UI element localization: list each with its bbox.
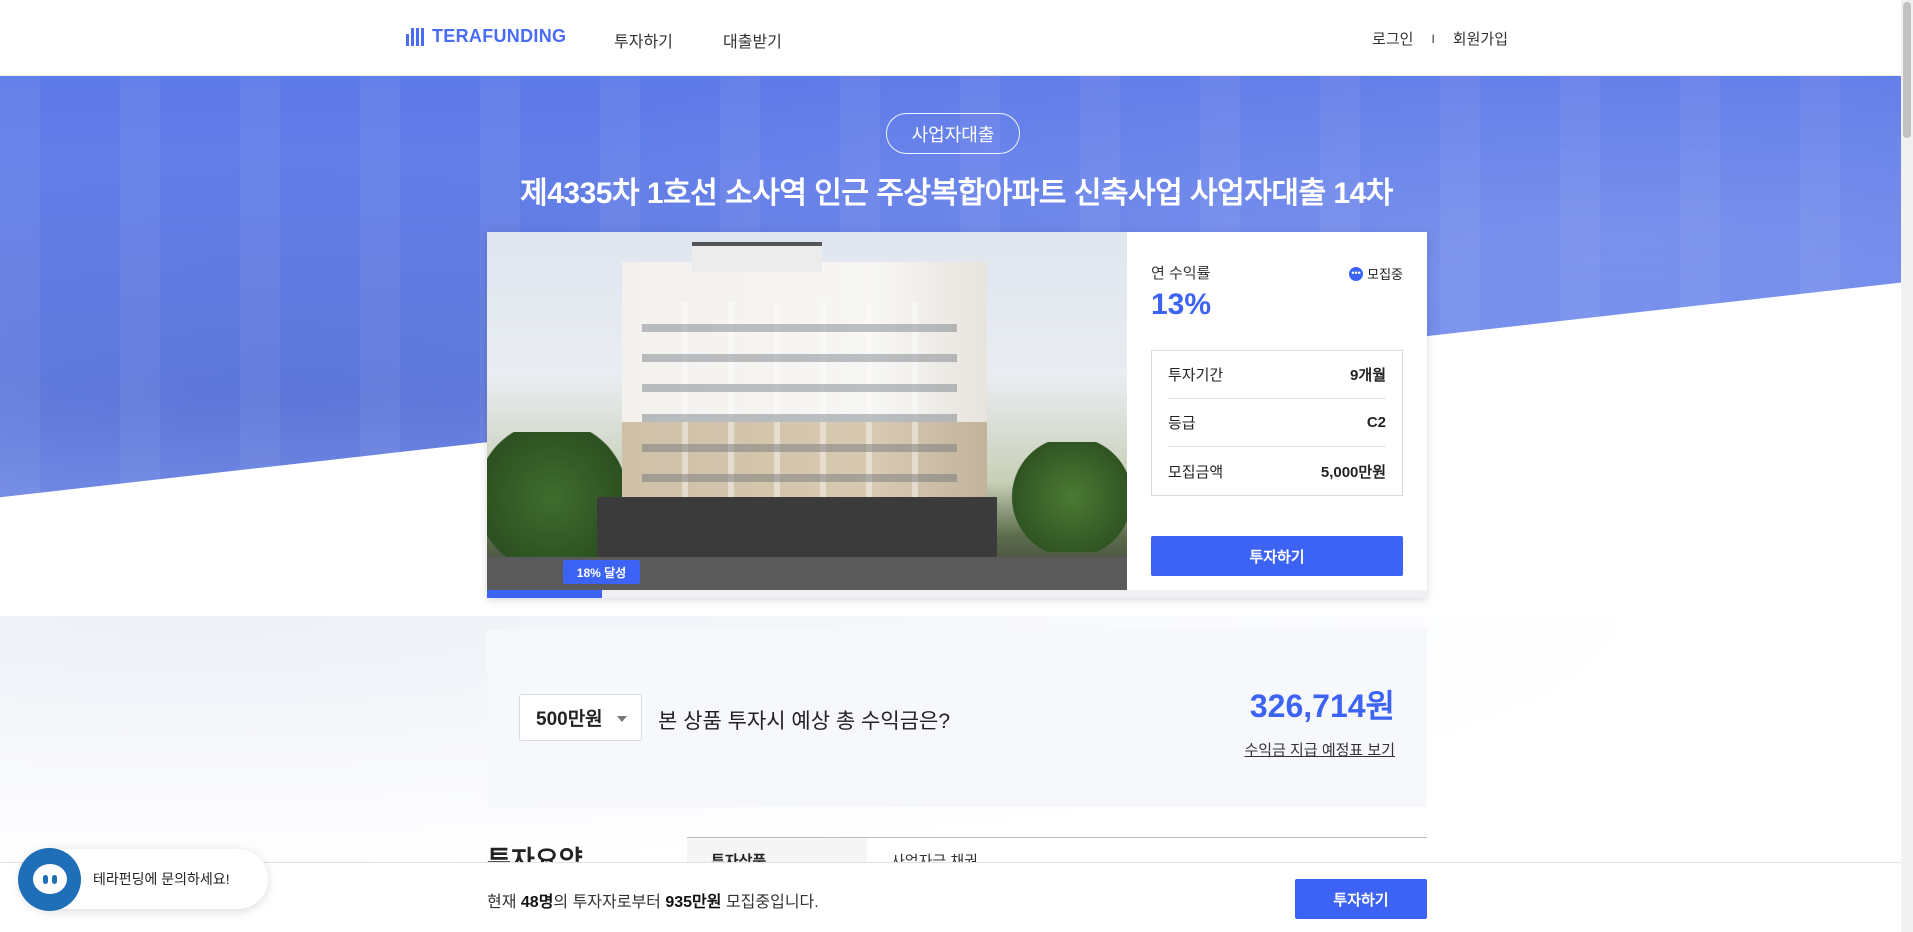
nav-invest-link[interactable]: 투자하기 — [614, 28, 673, 52]
photo-trees-right — [1007, 442, 1127, 552]
logo-icon — [406, 27, 426, 46]
investor-count: 48명 — [520, 894, 554, 911]
stat-label: 등급 — [1168, 415, 1196, 432]
funding-status-text: 현재 48명의 투자자로부터 935만원 모집중입니다. — [487, 888, 819, 912]
amount-select[interactable]: 500만원 — [519, 694, 642, 741]
chat-widget[interactable]: 테라펀딩에 문의하세요! — [18, 847, 268, 911]
stat-row-grade: 등급 C2 — [1168, 399, 1386, 447]
logo[interactable]: TERAFUNDING — [406, 26, 566, 47]
page-title: 제4335차 1호선 소사역 인근 주상복합아파트 신축사업 사업자대출 14차 — [520, 177, 1393, 210]
stat-row-amount: 모집금액 5,000만원 — [1168, 447, 1386, 495]
logo-text: TERAFUNDING — [432, 26, 567, 46]
product-photo: 18% 달성 — [487, 232, 1127, 590]
photo-building-top — [692, 242, 822, 272]
status-suffix: 모집중입니다. — [721, 894, 819, 911]
status-text: 모집중 — [1367, 267, 1403, 282]
category-badge: 사업자대출 — [886, 113, 1020, 154]
rate-value: 13% — [1151, 288, 1212, 321]
product-stats: 투자기간 9개월 등급 C2 모집금액 5,000만원 — [1151, 350, 1403, 496]
payment-schedule-link[interactable]: 수익금 지급 예정표 보기 — [1244, 739, 1395, 760]
page-scrollbar[interactable] — [1901, 0, 1913, 932]
auth-links: 로그인 I 회원가입 — [1372, 28, 1508, 49]
bottom-invest-button[interactable]: 투자하기 — [1295, 879, 1427, 919]
stat-label: 모집금액 — [1168, 463, 1224, 481]
scrollbar-thumb[interactable] — [1903, 2, 1911, 138]
ellipsis-icon: ••• — [1349, 266, 1364, 281]
auth-separator: I — [1431, 31, 1435, 46]
calculator-question: 본 상품 투자시 예상 총 수익금은? — [658, 710, 951, 733]
funding-progress-bar — [487, 590, 1427, 598]
return-calculator: 500만원 본 상품 투자시 예상 총 수익금은? 326,714원 수익금 지… — [487, 629, 1427, 807]
chat-bot-icon — [18, 847, 81, 911]
amount-select-value: 500만원 — [536, 709, 603, 730]
product-card: 18% 달성 연 수익률 13% ••• 모집중 투자기간 9개월 등급 C2 … — [487, 232, 1427, 598]
raised-amount: 935만원 — [665, 894, 722, 911]
invest-button[interactable]: 투자하기 — [1151, 536, 1403, 576]
stat-row-period: 투자기간 9개월 — [1168, 351, 1386, 399]
stat-label: 투자기간 — [1168, 367, 1224, 384]
status-middle: 의 투자자로부터 — [553, 894, 666, 911]
nav-loan-link[interactable]: 대출받기 — [723, 28, 782, 52]
stat-value: 9개월 — [1350, 367, 1386, 384]
bottom-bar: 현재 48명의 투자자로부터 935만원 모집중입니다. 투자하기 — [0, 862, 1913, 932]
stat-value: 5,000만원 — [1320, 463, 1386, 481]
chat-text: 테라펀딩에 문의하세요! — [93, 871, 230, 887]
status-badge: ••• 모집중 — [1349, 264, 1403, 283]
expected-return: 326,714원 — [1249, 688, 1395, 724]
caret-down-icon — [617, 716, 627, 722]
funding-progress-badge: 18% 달성 — [563, 560, 640, 584]
status-prefix: 현재 — [487, 894, 521, 911]
login-link[interactable]: 로그인 — [1372, 28, 1413, 49]
product-info-panel: 연 수익률 13% ••• 모집중 투자기간 9개월 등급 C2 모집금액 5,… — [1127, 232, 1427, 590]
rate-label: 연 수익률 — [1151, 265, 1211, 282]
stat-value: C2 — [1366, 414, 1386, 431]
signup-link[interactable]: 회원가입 — [1453, 28, 1508, 49]
funding-progress-fill — [487, 590, 602, 598]
top-header: TERAFUNDING 투자하기 대출받기 로그인 I 회원가입 — [0, 0, 1913, 76]
